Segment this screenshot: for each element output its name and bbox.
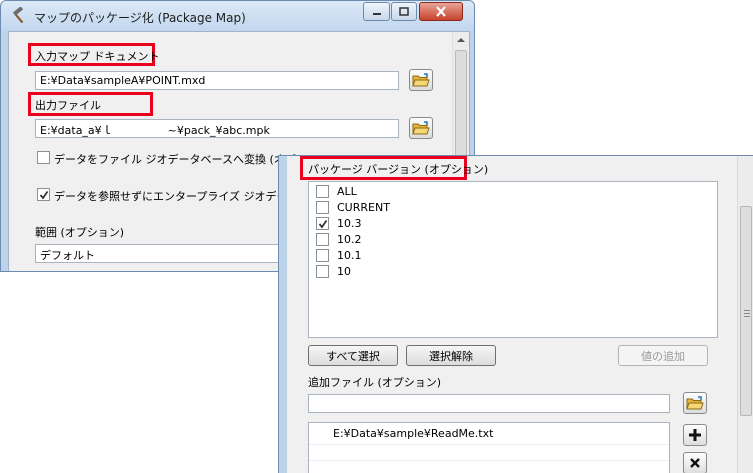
dialog-body-lower: パッケージ バージョン (オプション) ALL CURRENT 10.3 10.… — [287, 156, 753, 473]
convert-fgdb-checkbox[interactable] — [37, 151, 50, 164]
no-ref-enterprise-checkbox[interactable] — [37, 188, 50, 201]
version-checkbox[interactable] — [316, 185, 329, 198]
package-map-dialog-scrolled: パッケージ バージョン (オプション) ALL CURRENT 10.3 10.… — [278, 155, 753, 473]
folder-open-icon — [412, 121, 430, 135]
input-map-browse-button[interactable] — [409, 69, 433, 91]
vertical-scrollbar[interactable] — [737, 156, 753, 473]
additional-files-list: E:¥Data¥sample¥ReadMe.txt — [308, 422, 670, 473]
folder-open-icon — [412, 73, 430, 87]
add-value-button[interactable]: 値の追加 — [618, 345, 708, 366]
package-version-list: ALL CURRENT 10.3 10.2 10.1 10 — [308, 181, 718, 338]
maximize-icon — [399, 7, 409, 16]
grip-line — [744, 313, 750, 314]
close-button[interactable] — [419, 2, 463, 21]
delete-icon — [690, 458, 700, 468]
extent-label: 範囲 (オプション) — [35, 226, 125, 239]
add-file-button[interactable] — [683, 424, 707, 446]
version-checkbox[interactable] — [316, 249, 329, 262]
checkmark-icon — [318, 219, 327, 228]
output-file-label: 出力ファイル — [35, 99, 101, 112]
clear-selection-button[interactable]: 選択解除 — [406, 345, 496, 366]
additional-files-input[interactable] — [308, 394, 670, 413]
hammer-icon — [12, 7, 24, 24]
row-divider — [309, 460, 669, 461]
grip-line — [744, 310, 750, 311]
remove-file-button[interactable] — [683, 452, 707, 473]
close-icon — [436, 6, 446, 17]
file-list-item[interactable]: E:¥Data¥sample¥ReadMe.txt — [333, 427, 493, 440]
folder-open-icon — [686, 396, 704, 410]
minimize-icon — [372, 12, 381, 15]
version-label: 10.3 — [337, 217, 362, 230]
version-label: 10.2 — [337, 233, 362, 246]
title-bar[interactable]: マップのパッケージ化 (Package Map) — [1, 1, 474, 31]
version-label: 10 — [337, 265, 351, 278]
input-map-field[interactable]: E:¥Data¥sampleA¥POINT.mxd — [35, 71, 399, 90]
plus-icon — [689, 429, 701, 441]
package-version-label: パッケージ バージョン (オプション) — [308, 163, 489, 176]
version-label: 10.1 — [337, 249, 362, 262]
scroll-up-icon[interactable] — [457, 38, 465, 42]
output-file-browse-button[interactable] — [409, 117, 433, 139]
grip-line — [744, 316, 750, 317]
version-checkbox[interactable] — [316, 233, 329, 246]
maximize-button[interactable] — [391, 2, 417, 21]
input-map-label: 入力マップ ドキュメント — [35, 50, 160, 63]
select-all-button[interactable]: すべて選択 — [308, 345, 398, 366]
additional-files-label: 追加ファイル (オプション) — [308, 376, 442, 389]
minimize-button[interactable] — [363, 2, 390, 21]
row-divider — [309, 444, 669, 445]
checkmark-icon — [39, 190, 48, 199]
scroll-thumb[interactable] — [740, 206, 752, 416]
additional-files-browse-button[interactable] — [683, 392, 707, 414]
version-label: ALL — [337, 185, 357, 198]
output-file-field[interactable]: E:¥data_a¥ｌ ~¥pack_¥abc.mpk — [35, 119, 399, 138]
version-checkbox[interactable] — [316, 201, 329, 214]
version-checkbox[interactable] — [316, 265, 329, 278]
version-checkbox[interactable] — [316, 217, 329, 230]
version-label: CURRENT — [337, 201, 390, 214]
window-title: マップのパッケージ化 (Package Map) — [34, 11, 246, 25]
